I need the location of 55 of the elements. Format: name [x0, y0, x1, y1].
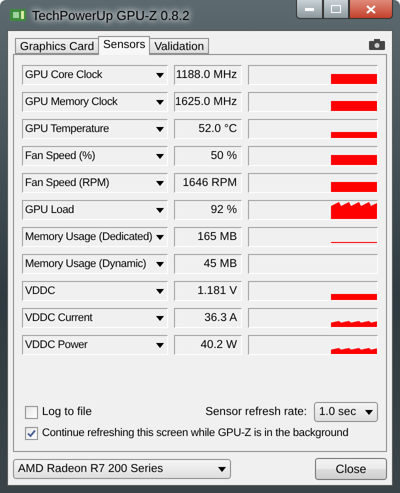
caret-icon — [156, 288, 164, 294]
sensor-value: 52.0 °C — [174, 119, 242, 139]
refresh-rate-dropdown[interactable]: 1.0 sec — [314, 402, 378, 422]
caret-icon — [156, 208, 164, 212]
sensor-value: 1188.0 MHz — [174, 65, 242, 85]
sensor-value: 40.2 W — [174, 335, 242, 355]
sensor-dropdown[interactable]: GPU Load — [22, 200, 168, 220]
minimize-button[interactable] — [296, 0, 323, 19]
sensor-dropdown[interactable]: Fan Speed (%) — [22, 146, 168, 166]
sensor-dropdown[interactable]: VDDC Power — [22, 335, 168, 355]
camera-icon[interactable] — [369, 39, 385, 50]
sensor-dropdown[interactable]: GPU Memory Clock — [22, 92, 168, 112]
maximize-icon — [331, 5, 341, 13]
caret-icon — [156, 342, 164, 348]
sensor-value: 50 % — [174, 146, 242, 166]
caret-icon — [156, 262, 164, 266]
minimize-icon — [305, 8, 314, 10]
device-dropdown[interactable]: AMD Radeon R7 200 Series — [13, 459, 231, 479]
caret-icon — [156, 180, 164, 186]
sensor-dropdown[interactable]: Memory Usage (Dedicated) — [22, 227, 168, 247]
sensor-dropdown[interactable]: VDDC — [22, 281, 168, 301]
tab[interactable]: Validation — [149, 38, 209, 54]
caret-icon — [218, 466, 226, 472]
sensor-value: 165 MB — [174, 227, 242, 247]
close-icon — [366, 4, 376, 14]
checkbox[interactable] — [25, 406, 38, 418]
graphics-card-icon — [10, 8, 26, 22]
caret-icon — [365, 410, 373, 414]
sensor-value: 45 MB — [174, 254, 242, 274]
caret-icon — [156, 100, 164, 104]
caret-icon — [156, 126, 164, 132]
sensor-value: 1646 RPM — [174, 173, 242, 193]
caret-icon — [156, 316, 164, 320]
caret-icon — [156, 234, 164, 240]
sensor-dropdown[interactable]: Memory Usage (Dynamic) — [22, 254, 168, 274]
sensor-value: 36.3 A — [174, 308, 242, 328]
refresh-rate-label: Sensor refresh rate: — [205, 406, 307, 418]
sensor-dropdown[interactable]: GPU Core Clock — [22, 65, 168, 85]
close-button[interactable] — [349, 0, 393, 19]
checkbox[interactable] — [25, 426, 38, 440]
window-title: TechPowerUp GPU-Z 0.8.2 — [32, 8, 190, 22]
caret-icon — [156, 154, 164, 158]
tab[interactable]: Graphics Card — [15, 38, 100, 54]
sensor-dropdown[interactable]: Fan Speed (RPM) — [22, 173, 168, 193]
checkbox-label: Continue refreshing this screen while GPU-Z is in the background — [42, 427, 348, 439]
maximize-button[interactable] — [323, 0, 349, 19]
close-dialog-button[interactable]: Close — [315, 458, 387, 480]
sensor-value: 92 % — [174, 200, 242, 220]
caret-icon — [156, 72, 164, 78]
checkbox-label: Log to file — [42, 406, 92, 418]
sensor-dropdown[interactable]: GPU Temperature — [22, 119, 168, 139]
tab[interactable]: Sensors — [98, 36, 150, 55]
sensor-value: 1.181 V — [174, 281, 242, 301]
sensor-dropdown[interactable]: VDDC Current — [22, 308, 168, 328]
sensor-value: 1625.0 MHz — [174, 92, 242, 112]
